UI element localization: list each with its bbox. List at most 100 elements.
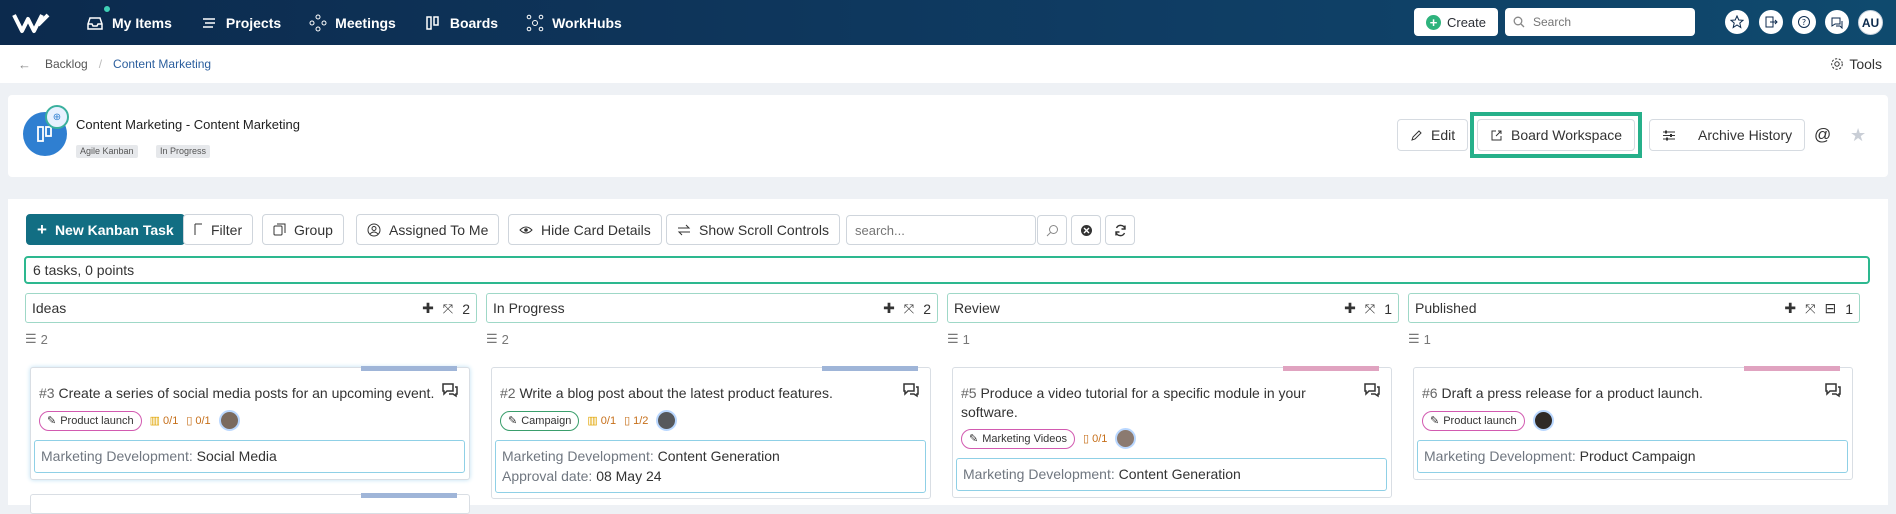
star-icon[interactable]: ★ <box>1850 125 1866 146</box>
archive-icon[interactable]: ⊟ <box>1824 300 1836 317</box>
logout-icon[interactable] <box>1759 10 1783 34</box>
comment-icon[interactable] <box>1363 382 1381 398</box>
kanban-card-partial[interactable] <box>30 493 470 514</box>
assigned-to-me-button[interactable]: Assigned To Me <box>356 214 500 245</box>
add-card-icon[interactable]: ✚ <box>1344 300 1356 317</box>
column-header-ideas: Ideas ✚ ⤧ 2 <box>25 293 477 323</box>
add-card-icon[interactable]: ✚ <box>422 300 434 317</box>
comment-icon[interactable] <box>441 382 459 398</box>
archive-history-button[interactable]: Archive History <box>1649 119 1806 151</box>
nav-boards[interactable]: Boards <box>410 0 512 45</box>
comment-icon[interactable] <box>902 382 920 398</box>
kanban-card[interactable]: #5 Produce a video tutorial for a specif… <box>952 366 1392 498</box>
nav-workhubs[interactable]: WorkHubs <box>512 0 636 45</box>
approval-value: 08 May 24 <box>596 468 662 484</box>
mention-icon[interactable]: @ <box>1814 125 1831 145</box>
card-title-text: Create a series of social media posts fo… <box>58 385 435 401</box>
back-arrow-icon[interactable]: ← <box>18 57 31 72</box>
nav-projects[interactable]: Projects <box>186 0 295 45</box>
gear-icon <box>1831 58 1844 70</box>
collapse-icon[interactable]: ⤧ <box>1805 301 1815 317</box>
stack-count-value: 2 <box>40 331 48 347</box>
nav-my-items[interactable]: My Items <box>72 0 186 45</box>
kanban-card[interactable]: #2 Write a blog post about the latest pr… <box>491 366 931 499</box>
card-title[interactable]: #3 Create a series of social media posts… <box>39 384 434 403</box>
tools-label: Tools <box>1849 56 1882 72</box>
collapse-icon[interactable]: ⤧ <box>443 301 453 317</box>
global-search-input[interactable] <box>1533 15 1683 29</box>
field-label: Marketing Development: <box>502 448 654 464</box>
assignee-avatar[interactable] <box>1115 428 1137 449</box>
card-color-stripe <box>361 366 457 371</box>
filter-button[interactable]: Filter <box>183 214 254 245</box>
add-card-icon[interactable]: ✚ <box>1784 300 1796 317</box>
board-workspace-button[interactable]: Board Workspace <box>1477 119 1636 151</box>
collapse-icon[interactable]: ⤧ <box>1365 301 1375 317</box>
board-search[interactable] <box>846 215 1036 245</box>
column-title: Review <box>954 300 1000 316</box>
app-logo[interactable] <box>6 0 58 45</box>
card-tag[interactable]: ✎ Marketing Videos <box>961 428 1076 449</box>
assignee-avatar[interactable] <box>656 410 678 431</box>
card-number: #5 <box>961 385 977 401</box>
card-color-stripe <box>1744 366 1840 371</box>
tag-label: Campaign <box>521 414 572 427</box>
nav-meetings[interactable]: Meetings <box>295 0 410 45</box>
pencil-icon <box>1411 129 1422 141</box>
group-button[interactable]: Group <box>262 214 344 245</box>
column-header-published: Published ✚ ⤧ ⊟ 1 <box>1408 293 1860 323</box>
kanban-card[interactable]: #3 Create a series of social media posts… <box>30 366 470 480</box>
document-counter: ▯ 1/2 <box>624 414 648 428</box>
show-scroll-controls-button[interactable]: Show Scroll Controls <box>666 214 840 245</box>
user-avatar[interactable]: AU <box>1858 10 1883 35</box>
board-search-input[interactable] <box>855 222 1025 238</box>
chat-icon[interactable] <box>1825 10 1849 34</box>
stack-icon: ☰ <box>486 331 498 346</box>
search-button[interactable] <box>1037 215 1067 245</box>
field-value: Social Media <box>196 448 277 464</box>
add-card-icon[interactable]: ✚ <box>883 300 895 317</box>
edit-button[interactable]: Edit <box>1397 119 1469 151</box>
card-title[interactable]: #5 Produce a video tutorial for a specif… <box>961 384 1306 422</box>
nav-label: Boards <box>449 14 499 31</box>
card-tag[interactable]: ✎ Product launch <box>1422 410 1525 431</box>
global-search[interactable] <box>1505 8 1695 36</box>
card-title[interactable]: #2 Write a blog post about the latest pr… <box>500 384 833 403</box>
assignee-avatar[interactable] <box>1532 410 1554 431</box>
tools-button[interactable]: Tools <box>1830 56 1882 72</box>
comment-icon[interactable] <box>1824 382 1842 398</box>
boards-icon <box>426 15 439 30</box>
kanban-card[interactable]: #6 Draft a press release for a product l… <box>1413 366 1853 480</box>
create-button[interactable]: + Create <box>1414 8 1498 36</box>
swap-arrows-icon <box>677 224 691 235</box>
card-title[interactable]: #6 Draft a press release for a product l… <box>1422 384 1703 403</box>
group-label: Group <box>294 221 333 238</box>
card-number: #3 <box>39 385 55 401</box>
assignee-avatar[interactable] <box>218 410 240 431</box>
field-row: Approval date: 08 May 24 <box>502 467 919 486</box>
hide-card-details-button[interactable]: Hide Card Details <box>508 214 662 245</box>
plus-icon: + <box>1425 14 1441 30</box>
breadcrumb-separator: / <box>98 57 103 71</box>
card-title-text: Produce a video tutorial for a specific … <box>980 385 1306 401</box>
breadcrumb-parent[interactable]: Backlog <box>45 57 88 71</box>
document-icon: ▯ <box>1083 433 1090 445</box>
card-color-stripe <box>822 366 918 371</box>
breadcrumb-current[interactable]: Content Marketing <box>113 57 211 71</box>
nav-label: My Items <box>112 14 172 31</box>
card-title-text: Write a blog post about the latest produ… <box>519 385 833 401</box>
refresh-button[interactable] <box>1105 215 1135 245</box>
card-tag[interactable]: ✎ Product launch <box>39 410 142 431</box>
card-color-stripe <box>361 493 457 498</box>
stack-count-value: 1 <box>962 331 970 347</box>
collapse-icon[interactable]: ⤧ <box>904 301 914 317</box>
card-tag[interactable]: ✎ Campaign <box>500 410 580 431</box>
clear-search-button[interactable] <box>1071 215 1101 245</box>
favorites-icon[interactable] <box>1725 10 1749 34</box>
new-kanban-task-button[interactable]: + New Kanban Task <box>26 214 185 245</box>
pencil-icon: ✎ <box>47 415 57 427</box>
help-icon[interactable]: ? <box>1792 10 1816 34</box>
user-circle-icon <box>367 223 381 236</box>
create-label: Create <box>1446 14 1487 30</box>
card-field: Marketing Development: Social Media <box>34 440 465 473</box>
